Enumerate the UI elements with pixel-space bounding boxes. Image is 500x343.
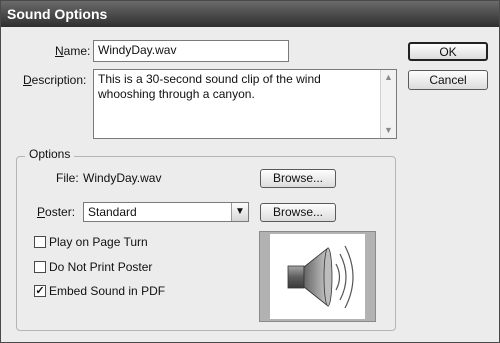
- scroll-up-arrow-icon[interactable]: ▲: [381, 70, 396, 85]
- do-not-print-poster-checkbox[interactable]: [34, 261, 46, 273]
- description-field[interactable]: This is a 30-second sound clip of the wi…: [93, 69, 397, 139]
- description-scrollbar[interactable]: ▲ ▼: [380, 70, 396, 138]
- name-field[interactable]: WindyDay.wav: [93, 40, 289, 62]
- window-title: Sound Options: [1, 1, 499, 27]
- poster-preview-canvas: [270, 234, 365, 319]
- name-label: Name:: [55, 44, 91, 58]
- poster-label: Poster:: [37, 205, 76, 219]
- embed-sound-checkbox[interactable]: ✓: [34, 285, 46, 297]
- speaker-icon: [287, 245, 354, 309]
- play-on-page-turn-label: Play on Page Turn: [49, 235, 148, 249]
- sound-options-dialog: Sound Options Name: WindyDay.wav Descrip…: [0, 0, 500, 343]
- file-label: File:: [56, 171, 79, 185]
- browse-file-button[interactable]: Browse...: [260, 169, 336, 188]
- poster-select-value: Standard: [88, 205, 137, 219]
- browse-poster-button[interactable]: Browse...: [260, 203, 336, 222]
- ok-button[interactable]: OK: [408, 42, 488, 61]
- description-text: This is a 30-second sound clip of the wi…: [98, 72, 321, 101]
- do-not-print-poster-label: Do Not Print Poster: [49, 260, 153, 274]
- scroll-down-arrow-icon[interactable]: ▼: [381, 123, 396, 138]
- description-label: Description:: [23, 73, 87, 87]
- file-value: WindyDay.wav: [83, 171, 162, 185]
- poster-select[interactable]: Standard ▼: [83, 202, 249, 222]
- options-group-title: Options: [25, 147, 75, 161]
- cancel-button[interactable]: Cancel: [408, 70, 488, 90]
- poster-preview: [259, 231, 376, 322]
- play-on-page-turn-checkbox[interactable]: [34, 236, 46, 248]
- embed-sound-label: Embed Sound in PDF: [49, 284, 166, 298]
- chevron-down-icon[interactable]: ▼: [231, 203, 248, 221]
